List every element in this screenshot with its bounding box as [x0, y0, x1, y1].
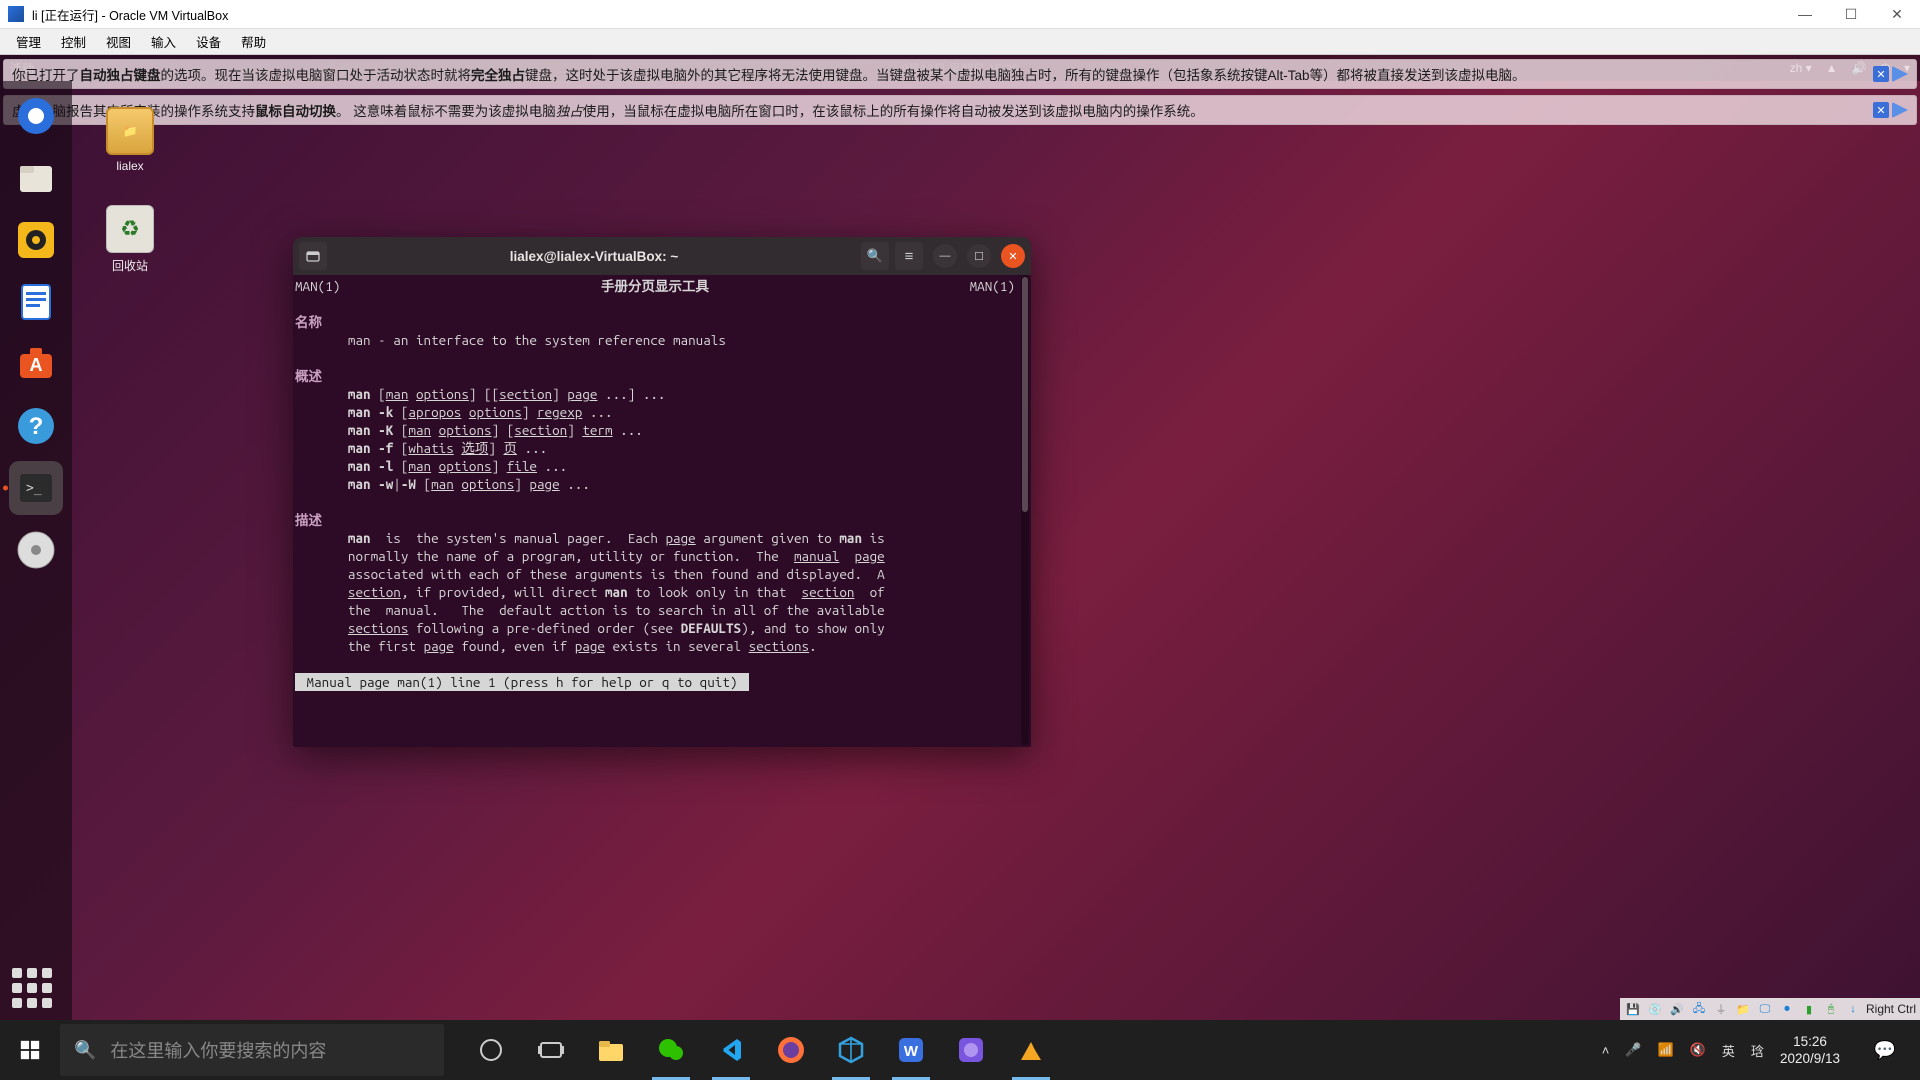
- vb-keyboard-icon[interactable]: ↓: [1844, 1001, 1862, 1017]
- new-tab-button[interactable]: [299, 242, 327, 270]
- menu-devices[interactable]: 设备: [186, 30, 231, 53]
- gnome-terminal-window: lialex@lialex-VirtualBox: ~ 🔍 ≡ — ☐ ✕ MA…: [293, 237, 1031, 747]
- terminal-minimize-button[interactable]: —: [933, 244, 957, 268]
- vb-shared-folder-icon[interactable]: 📁: [1734, 1001, 1752, 1017]
- dock-rhythmbox[interactable]: [9, 213, 63, 267]
- notification-close-icon[interactable]: ✕: [1873, 66, 1889, 82]
- ubuntu-dock: A ? >_: [0, 81, 72, 1020]
- task-wps[interactable]: W: [882, 1020, 940, 1080]
- desktop-icon-label: 回收站: [90, 257, 170, 274]
- task-file-explorer[interactable]: [582, 1020, 640, 1080]
- task-cortana[interactable]: [462, 1020, 520, 1080]
- terminal-close-button[interactable]: ✕: [1001, 244, 1025, 268]
- task-app-purple[interactable]: [942, 1020, 1000, 1080]
- action-center-button[interactable]: 💬: [1856, 1040, 1914, 1061]
- svg-text:?: ?: [29, 413, 44, 440]
- svg-text:W: W: [904, 1043, 919, 1060]
- svg-text:>_: >_: [26, 481, 42, 496]
- window-title: li [正在运行] - Oracle VM VirtualBox: [32, 5, 1782, 24]
- task-wechat[interactable]: [642, 1020, 700, 1080]
- search-button[interactable]: 🔍: [861, 242, 889, 270]
- keyboard-capture-notification: 你已打开了 自动独占键盘 的选项。现在当该虚拟电脑窗口处于活动状态时就将 完全独…: [3, 59, 1917, 89]
- folder-icon: 📁: [106, 107, 154, 155]
- taskbar-clock[interactable]: 15:26 2020/9/13: [1780, 1033, 1840, 1067]
- svg-text:A: A: [30, 355, 43, 375]
- dock-help[interactable]: ?: [9, 399, 63, 453]
- notification-next-icon[interactable]: [1892, 102, 1908, 118]
- desktop-icon-label: lialex: [90, 159, 170, 173]
- show-applications-button[interactable]: [12, 968, 52, 1008]
- vb-recording-icon[interactable]: ⏺: [1778, 1001, 1796, 1017]
- dock-thunderbird[interactable]: [9, 89, 63, 143]
- task-app-orange[interactable]: [1002, 1020, 1060, 1080]
- dock-terminal[interactable]: >_: [9, 461, 63, 515]
- terminal-headerbar: lialex@lialex-VirtualBox: ~ 🔍 ≡ — ☐ ✕: [293, 237, 1031, 275]
- menu-manage[interactable]: 管理: [6, 30, 51, 53]
- tray-ime-lang[interactable]: 英: [1722, 1041, 1735, 1060]
- system-tray: ˄ 🎤 📶 🔇 英 琀 15:26 2020/9/13 💬: [1602, 1033, 1920, 1067]
- desktop-home-folder[interactable]: 📁 lialex: [90, 107, 170, 173]
- menu-control[interactable]: 控制: [51, 30, 96, 53]
- task-virtualbox[interactable]: [822, 1020, 880, 1080]
- guest-display: 活动 9月13日 星期日 15:26 zh ▾ ▲ 🔊 ⏻ ▾ 你已打开了 自动…: [0, 55, 1920, 1020]
- dock-files[interactable]: [9, 151, 63, 205]
- tray-ime-mode[interactable]: 琀: [1751, 1041, 1764, 1060]
- menu-view[interactable]: 视图: [96, 30, 141, 53]
- tray-volume-icon[interactable]: 🔇: [1690, 1042, 1706, 1058]
- search-placeholder: 在这里输入你要搜索的内容: [110, 1037, 326, 1063]
- hamburger-menu-button[interactable]: ≡: [895, 242, 923, 270]
- vb-mouse-icon[interactable]: 🖰: [1822, 1001, 1840, 1017]
- terminal-title: lialex@lialex-VirtualBox: ~: [333, 249, 855, 264]
- vb-display-icon[interactable]: 🖵: [1756, 1001, 1774, 1017]
- task-task-view[interactable]: [522, 1020, 580, 1080]
- vb-optical-icon[interactable]: 💿: [1646, 1001, 1664, 1017]
- tray-expand-icon[interactable]: ˄: [1602, 1043, 1610, 1058]
- host-key-label: Right Ctrl: [1866, 1002, 1916, 1016]
- vb-audio-icon[interactable]: 🔊: [1668, 1001, 1686, 1017]
- dock-ubuntu-software[interactable]: A: [9, 337, 63, 391]
- trash-icon: ♻: [106, 205, 154, 253]
- pager-status-line: Manual page man(1) line 1 (press h for h…: [295, 673, 749, 691]
- notification-close-icon[interactable]: ✕: [1873, 102, 1889, 118]
- menu-help[interactable]: 帮助: [231, 30, 276, 53]
- dock-libreoffice-writer[interactable]: [9, 275, 63, 329]
- tray-mic-icon[interactable]: 🎤: [1625, 1042, 1641, 1058]
- terminal-scrollbar[interactable]: [1021, 275, 1029, 745]
- vb-usb-icon[interactable]: ⏚: [1712, 1001, 1730, 1017]
- minimize-button[interactable]: —: [1782, 0, 1828, 29]
- vb-network-icon[interactable]: 🖧: [1690, 1001, 1708, 1017]
- dock-disc[interactable]: [9, 523, 63, 577]
- windows-taskbar: 🔍 在这里输入你要搜索的内容 W ˄ 🎤 📶 🔇 英 琀 15:26 2020/…: [0, 1020, 1920, 1080]
- maximize-button[interactable]: ☐: [1828, 0, 1874, 29]
- vb-hdd-icon[interactable]: 💾: [1624, 1001, 1642, 1017]
- virtualbox-status-bar: 💾 💿 🔊 🖧 ⏚ 📁 🖵 ⏺ ▮ 🖰 ↓ Right Ctrl: [1620, 998, 1920, 1020]
- host-window-titlebar: li [正在运行] - Oracle VM VirtualBox — ☐ ✕: [0, 0, 1920, 29]
- desktop-trash[interactable]: ♻ 回收站: [90, 205, 170, 274]
- taskbar-search-box[interactable]: 🔍 在这里输入你要搜索的内容: [60, 1024, 444, 1076]
- search-icon: 🔍: [74, 1040, 96, 1061]
- vb-cpu-icon[interactable]: ▮: [1800, 1001, 1818, 1017]
- virtualbox-icon: [8, 6, 24, 22]
- task-vscode[interactable]: [702, 1020, 760, 1080]
- task-firefox[interactable]: [762, 1020, 820, 1080]
- mouse-integration-notification: 虚拟电脑报告其内所安装的操作系统支持 鼠标自动切换 。 这意味着鼠标不需要为该虚…: [3, 95, 1917, 125]
- start-button[interactable]: [0, 1020, 60, 1080]
- menu-input[interactable]: 输入: [141, 30, 186, 53]
- notification-next-icon[interactable]: [1892, 66, 1908, 82]
- terminal-maximize-button[interactable]: ☐: [967, 244, 991, 268]
- terminal-content[interactable]: MAN(1)手册分页显示工具MAN(1) 名称 man - an interfa…: [293, 275, 1019, 747]
- close-button[interactable]: ✕: [1874, 0, 1920, 29]
- tray-wifi-icon[interactable]: 📶: [1658, 1042, 1674, 1058]
- virtualbox-menubar: 管理 控制 视图 输入 设备 帮助: [0, 29, 1920, 55]
